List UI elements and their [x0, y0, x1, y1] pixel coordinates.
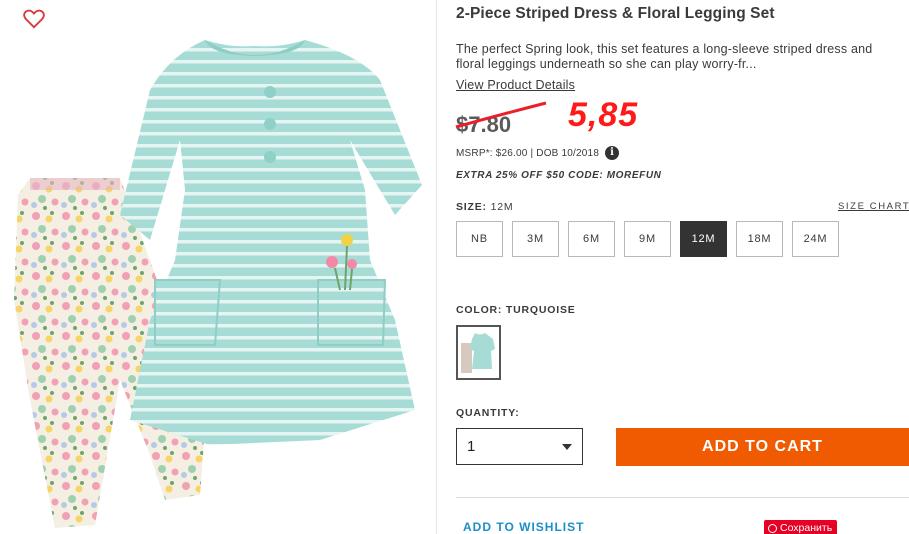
- size-chart-link[interactable]: SIZE CHART: [838, 201, 909, 212]
- size-options: NB 3M 6M 9M 12M 18M 24M: [456, 221, 839, 257]
- add-to-cart-button[interactable]: ADD TO CART: [616, 428, 909, 466]
- quantity-label: QUANTITY:: [456, 407, 520, 419]
- info-icon[interactable]: i: [605, 146, 620, 160]
- size-option[interactable]: 9M: [624, 221, 671, 257]
- product-info: 2-Piece Striped Dress & Floral Legging S…: [455, 0, 909, 534]
- size-option[interactable]: 18M: [736, 221, 783, 257]
- product-image: [14, 40, 422, 528]
- product-image-panel: [0, 0, 437, 534]
- quantity-select[interactable]: 1: [456, 428, 583, 465]
- divider: [456, 497, 909, 498]
- pinterest-save-button[interactable]: Сохранить: [764, 520, 838, 534]
- size-option[interactable]: 3M: [512, 221, 559, 257]
- color-swatch-turquoise[interactable]: [456, 325, 501, 380]
- new-price: 5,85: [568, 96, 639, 134]
- add-to-wishlist-link[interactable]: ADD TO WISHLIST: [463, 520, 584, 534]
- price-strikethrough: [455, 101, 547, 129]
- size-option[interactable]: NB: [456, 221, 503, 257]
- quantity-value: 1: [467, 438, 476, 455]
- size-option[interactable]: 24M: [792, 221, 839, 257]
- size-option[interactable]: 12M: [680, 221, 727, 257]
- view-product-details-link[interactable]: View Product Details: [456, 78, 575, 92]
- product-description: The perfect Spring look, this set featur…: [456, 42, 873, 71]
- color-label: COLOR: TURQUOISE: [456, 304, 576, 316]
- swatch-thumbnail: [461, 333, 495, 373]
- size-label: SIZE: 12M: [456, 201, 513, 213]
- pinterest-save-label: Сохранить: [780, 522, 833, 534]
- msrp-line: MSRP*: $26.00 | DOB 10/2018 i: [456, 146, 620, 160]
- heart-icon[interactable]: [23, 9, 45, 29]
- chevron-down-icon: [562, 444, 572, 450]
- msrp-text: MSRP*: $26.00 | DOB 10/2018: [456, 147, 600, 159]
- pinterest-icon: [768, 523, 777, 533]
- size-selected-value: 12M: [490, 201, 514, 213]
- size-option[interactable]: 6M: [568, 221, 615, 257]
- product-title: 2-Piece Striped Dress & Floral Legging S…: [456, 5, 775, 22]
- size-label-title: SIZE:: [456, 201, 487, 213]
- promo-text: EXTRA 25% OFF $50 CODE: MOREFUN: [456, 170, 662, 181]
